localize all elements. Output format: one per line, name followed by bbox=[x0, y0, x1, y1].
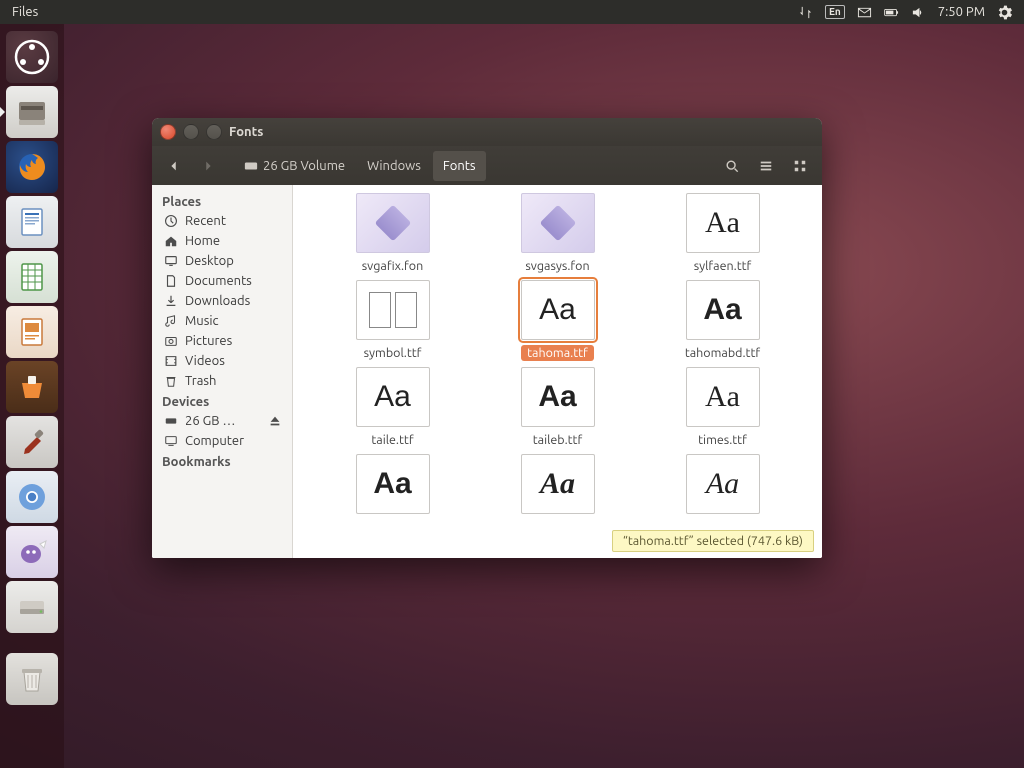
nav-forward-button[interactable] bbox=[192, 151, 224, 181]
sidebar-header-devices: Devices bbox=[152, 391, 292, 411]
file-item[interactable]: svgasys.fon bbox=[480, 193, 635, 274]
window-maximize-button[interactable] bbox=[206, 124, 222, 140]
active-app-label[interactable]: Files bbox=[12, 5, 38, 19]
unity-launcher bbox=[0, 24, 64, 768]
sidebar-item-desktop[interactable]: Desktop bbox=[152, 251, 292, 271]
breadcrumb-fonts[interactable]: Fonts bbox=[433, 151, 486, 181]
window-title: Fonts bbox=[229, 125, 263, 139]
gear-icon[interactable] bbox=[997, 5, 1012, 20]
launcher-impress[interactable] bbox=[6, 306, 58, 358]
launcher-firefox[interactable] bbox=[6, 141, 58, 193]
launcher-chromium[interactable] bbox=[6, 471, 58, 523]
launcher-dash[interactable] bbox=[6, 31, 58, 83]
file-item[interactable]: Aasylfaen.ttf bbox=[645, 193, 800, 274]
file-item[interactable]: symbol.ttf bbox=[315, 280, 470, 361]
sidebar-item-downloads[interactable]: Downloads bbox=[152, 291, 292, 311]
font-thumbnail bbox=[356, 280, 430, 340]
sidebar-item-music[interactable]: Music bbox=[152, 311, 292, 331]
launcher-calc[interactable] bbox=[6, 251, 58, 303]
sound-icon[interactable] bbox=[911, 5, 926, 20]
launcher-files[interactable] bbox=[6, 86, 58, 138]
window-close-button[interactable] bbox=[160, 124, 176, 140]
window-minimize-button[interactable] bbox=[183, 124, 199, 140]
font-thumbnail bbox=[356, 193, 430, 253]
files-window: Fonts 26 GB Volume Windows Fonts Places … bbox=[152, 118, 822, 558]
eject-icon[interactable] bbox=[268, 414, 282, 428]
file-view[interactable]: svgafix.fon svgasys.fon Aasylfaen.ttf sy… bbox=[293, 185, 822, 558]
icon-view-button[interactable] bbox=[784, 151, 816, 181]
nav-back-button[interactable] bbox=[158, 151, 190, 181]
sidebar-item-videos[interactable]: Videos bbox=[152, 351, 292, 371]
sidebar-item-computer[interactable]: Computer bbox=[152, 431, 292, 451]
file-item[interactable]: Aatimes.ttf bbox=[645, 367, 800, 448]
font-thumbnail: Aa bbox=[686, 454, 760, 514]
file-item[interactable]: Aa bbox=[315, 454, 470, 521]
launcher-trash[interactable] bbox=[6, 653, 58, 705]
file-item[interactable]: Aa bbox=[645, 454, 800, 521]
file-item-selected[interactable]: Aatahoma.ttf bbox=[480, 280, 635, 361]
file-item[interactable]: Aataileb.ttf bbox=[480, 367, 635, 448]
battery-icon[interactable] bbox=[884, 5, 899, 20]
window-titlebar[interactable]: Fonts bbox=[152, 118, 822, 146]
launcher-software-center[interactable] bbox=[6, 361, 58, 413]
sidebar-item-recent[interactable]: Recent bbox=[152, 211, 292, 231]
sidebar-item-trash[interactable]: Trash bbox=[152, 371, 292, 391]
font-thumbnail: Aa bbox=[686, 193, 760, 253]
sidebar-item-pictures[interactable]: Pictures bbox=[152, 331, 292, 351]
toolbar: 26 GB Volume Windows Fonts bbox=[152, 146, 822, 185]
file-item[interactable]: svgafix.fon bbox=[315, 193, 470, 274]
launcher-writer[interactable] bbox=[6, 196, 58, 248]
font-thumbnail: Aa bbox=[686, 280, 760, 340]
search-button[interactable] bbox=[716, 151, 748, 181]
sidebar-header-places: Places bbox=[152, 191, 292, 211]
font-thumbnail: Aa bbox=[521, 280, 595, 340]
clock[interactable]: 7:50 PM bbox=[938, 5, 985, 19]
mail-icon[interactable] bbox=[857, 5, 872, 20]
file-item[interactable]: Aa bbox=[480, 454, 635, 521]
file-item[interactable]: Aatahomabd.ttf bbox=[645, 280, 800, 361]
font-thumbnail bbox=[521, 193, 595, 253]
breadcrumb-volume[interactable]: 26 GB Volume bbox=[234, 151, 355, 181]
sidebar-item-home[interactable]: Home bbox=[152, 231, 292, 251]
font-thumbnail: Aa bbox=[521, 454, 595, 514]
font-thumbnail: Aa bbox=[356, 454, 430, 514]
sidebar-header-bookmarks: Bookmarks bbox=[152, 451, 292, 471]
breadcrumb-windows[interactable]: Windows bbox=[357, 151, 431, 181]
launcher-drive[interactable] bbox=[6, 581, 58, 633]
launcher-settings[interactable] bbox=[6, 416, 58, 468]
font-thumbnail: Aa bbox=[356, 367, 430, 427]
top-panel: Files En 7:50 PM bbox=[0, 0, 1024, 24]
status-bar: “tahoma.ttf” selected (747.6 kB) bbox=[612, 530, 814, 552]
font-thumbnail: Aa bbox=[686, 367, 760, 427]
keyboard-indicator[interactable]: En bbox=[825, 5, 845, 19]
file-item[interactable]: Aataile.ttf bbox=[315, 367, 470, 448]
launcher-pidgin[interactable] bbox=[6, 526, 58, 578]
font-thumbnail: Aa bbox=[521, 367, 595, 427]
list-view-button[interactable] bbox=[750, 151, 782, 181]
sidebar: Places Recent Home Desktop Documents Dow… bbox=[152, 185, 293, 558]
network-icon[interactable] bbox=[798, 5, 813, 20]
sidebar-item-volume[interactable]: 26 GB … bbox=[152, 411, 292, 431]
sidebar-item-documents[interactable]: Documents bbox=[152, 271, 292, 291]
